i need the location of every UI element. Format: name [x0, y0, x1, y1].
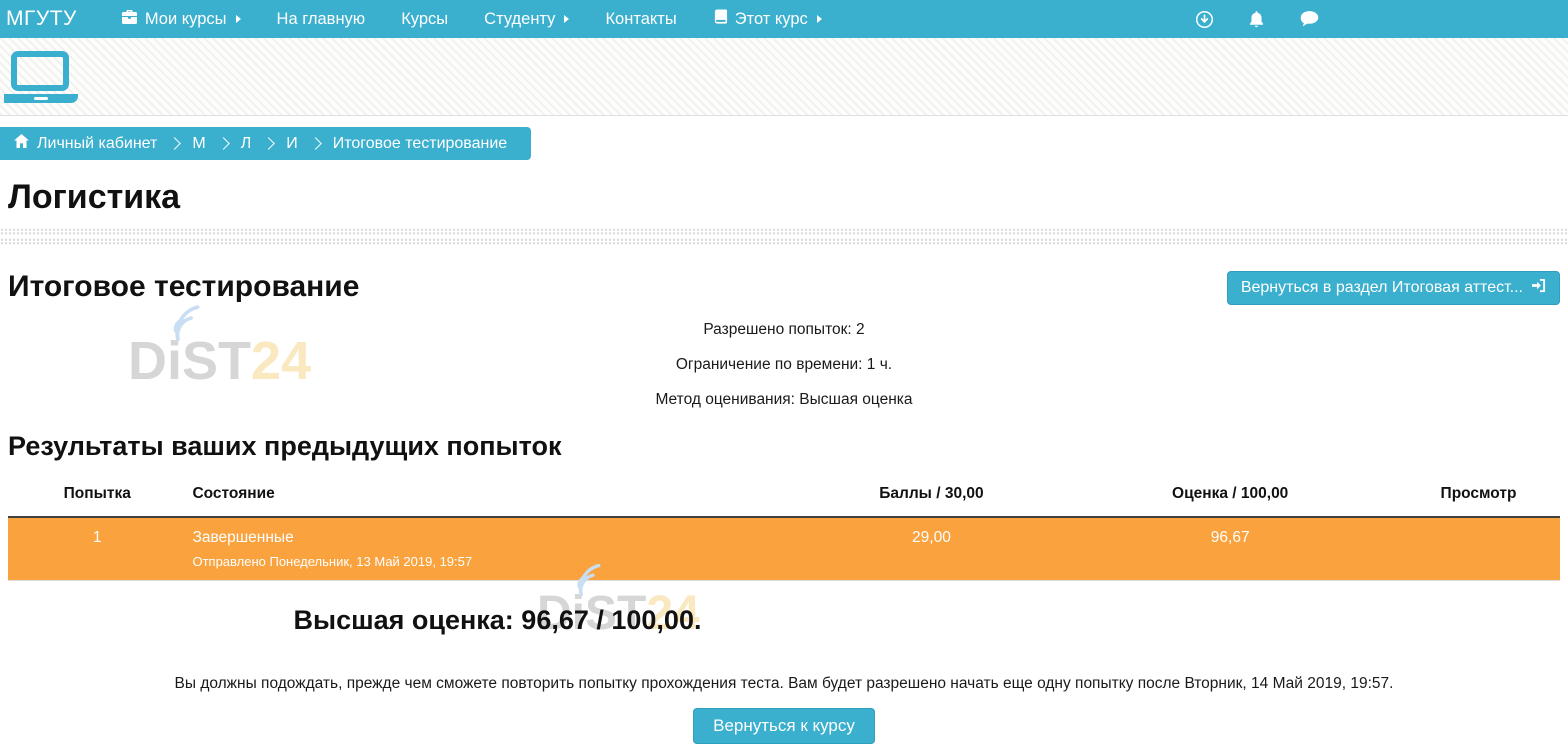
table-row: 1 Завершенные Отправлено Понедельник, 13… — [8, 517, 1560, 581]
briefcase-icon — [121, 9, 138, 30]
crumb-dashboard[interactable]: Личный кабинет — [37, 135, 157, 153]
crumb-l[interactable]: Л — [241, 135, 252, 153]
grading-method-line: Метод оценивания: Высшая оценка — [0, 391, 1568, 409]
nav-item-student[interactable]: Студенту — [466, 10, 587, 29]
nav-item-courses[interactable]: Курсы — [383, 10, 466, 29]
attempt-grade: 96,67 — [1063, 517, 1397, 581]
table-header-row: Попытка Состояние Баллы / 30,00 Оценка /… — [8, 474, 1560, 517]
dotted-divider — [0, 228, 1568, 245]
course-title: Логистика — [8, 178, 1568, 217]
col-grade: Оценка / 100,00 — [1063, 474, 1397, 517]
col-review: Просмотр — [1397, 474, 1560, 517]
back-to-course-button[interactable]: Вернуться к курсу — [693, 708, 875, 744]
circle-arrow-down-icon[interactable] — [1195, 10, 1214, 29]
chevron-separator-icon — [217, 137, 230, 150]
time-limit-line: Ограничение по времени: 1 ч. — [0, 356, 1568, 374]
quiz-info: Разрешено попыток: 2 Ограничение по врем… — [0, 321, 1568, 409]
wait-message: Вы должны подождать, прежде чем сможете … — [0, 675, 1568, 693]
attempt-number: 1 — [8, 517, 186, 581]
chevron-separator-icon — [309, 137, 322, 150]
brand-logo[interactable]: МГУТУ — [6, 7, 77, 31]
crumb-i[interactable]: И — [286, 135, 298, 153]
breadcrumb: Личный кабинет М Л И Итоговое тестирован… — [0, 127, 531, 160]
sign-in-arrow-icon — [1531, 278, 1546, 298]
attempt-marks: 29,00 — [800, 517, 1064, 581]
main-content: Логистика Итоговое тестирование Вернутьс… — [0, 178, 1568, 744]
laptop-logo-icon[interactable] — [4, 51, 80, 103]
chat-icon[interactable] — [1299, 10, 1320, 28]
nav-item-home[interactable]: На главную — [259, 10, 384, 29]
chevron-right-icon — [236, 15, 241, 23]
final-grade-wrap: DiST24 Высшая оценка: 96,67 / 100,00. — [0, 605, 1568, 647]
breadcrumb-wrap: Личный кабинет М Л И Итоговое тестирован… — [0, 116, 1568, 160]
quiz-header: Итоговое тестирование Вернуться в раздел… — [0, 270, 1568, 304]
final-grade-text: Высшая оценка: 96,67 / 100,00. — [0, 605, 995, 636]
attempts-allowed-line: Разрешено попыток: 2 — [0, 321, 1568, 339]
chevron-separator-icon — [262, 137, 275, 150]
back-to-section-button[interactable]: Вернуться в раздел Итоговая аттест... — [1227, 271, 1560, 305]
navbar-right-icons — [1195, 10, 1320, 29]
chevron-right-icon — [817, 15, 822, 23]
col-state: Состояние — [186, 474, 799, 517]
attempt-state-cell: Завершенные Отправлено Понедельник, 13 М… — [186, 517, 799, 581]
attempt-submitted: Отправлено Понедельник, 13 Май 2019, 19:… — [192, 554, 793, 569]
attempt-review — [1397, 517, 1560, 581]
attempt-state: Завершенные — [192, 529, 793, 547]
chevron-separator-icon — [169, 137, 182, 150]
nav-item-contacts[interactable]: Контакты — [587, 10, 694, 29]
crumb-m[interactable]: М — [192, 135, 205, 153]
nav-item-my-courses[interactable]: Мои курсы — [103, 9, 259, 30]
col-attempt: Попытка — [8, 474, 186, 517]
nav-item-this-course[interactable]: Этот курс — [695, 9, 840, 30]
bell-icon[interactable] — [1247, 10, 1266, 29]
chevron-right-icon — [564, 15, 569, 23]
col-marks: Баллы / 30,00 — [800, 474, 1064, 517]
home-icon — [14, 134, 29, 153]
site-header — [0, 38, 1568, 116]
attempts-table: Попытка Состояние Баллы / 30,00 Оценка /… — [8, 474, 1560, 581]
results-heading: Результаты ваших предыдущих попыток — [8, 431, 1568, 462]
book-icon — [713, 9, 728, 30]
top-navbar: МГУТУ Мои курсы На главную Курсы Студент… — [0, 0, 1568, 38]
crumb-current: Итоговое тестирование — [333, 135, 508, 153]
